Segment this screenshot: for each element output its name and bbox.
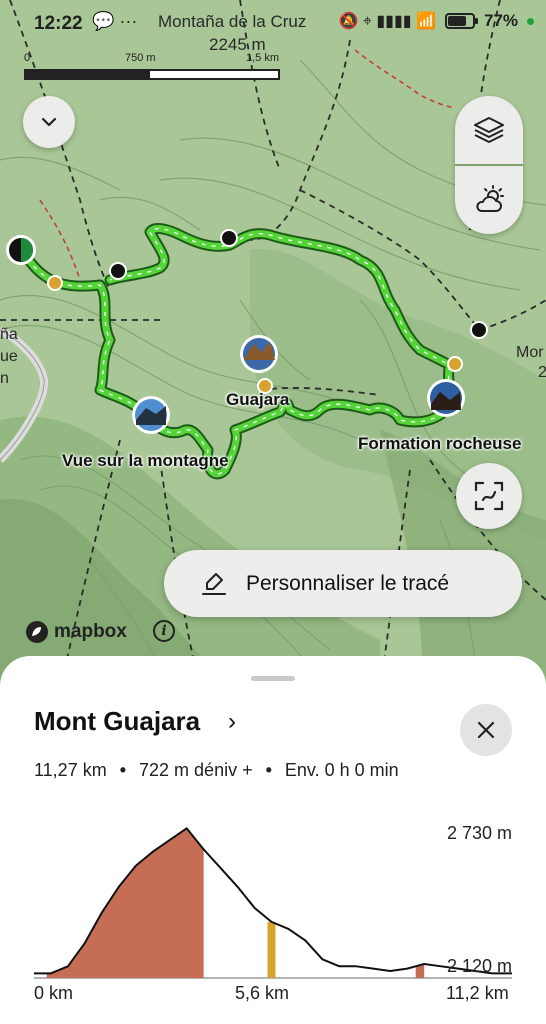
attribution-info-icon[interactable]: i (153, 620, 175, 642)
photo-marker-formation[interactable] (427, 379, 465, 417)
battery-percent: 77% (483, 11, 518, 30)
route-elevation-gain: 722 m déniv + (139, 760, 253, 780)
chevron-down-icon (41, 117, 57, 127)
notification-icons: 💬 ··· (92, 11, 138, 31)
mapbox-text: mapbox (54, 621, 127, 642)
route-bottom-sheet[interactable]: Mont Guajara › 11,27 km • 722 m déniv + … (0, 656, 546, 1024)
poi-label-guajara[interactable]: Guajara (226, 390, 289, 410)
scale-label-mid: 750 m (125, 52, 156, 64)
mapbox-logo: mapbox (24, 619, 127, 645)
map-edge-label: Mor (516, 344, 544, 361)
customize-route-button[interactable]: Personnaliser le tracé (164, 550, 522, 617)
map-edge-label: 2 (538, 364, 546, 381)
waypoint-marker[interactable] (109, 262, 127, 280)
close-button[interactable] (460, 704, 512, 756)
mapbox-icon (26, 621, 48, 643)
weather-icon (476, 185, 504, 212)
map-controls-panel (455, 96, 523, 234)
recenter-icon (474, 481, 504, 511)
scale-label-zero: 0 (24, 52, 31, 64)
stats-separator: • (119, 760, 127, 780)
system-icons: 🔕 ⌖ ▮▮▮▮ 📶 (338, 13, 436, 30)
layers-button[interactable] (455, 96, 523, 164)
map-view[interactable]: Montaña de la Cruz 2245 m Guajara Vue su… (0, 0, 546, 700)
close-icon (477, 721, 495, 739)
map-edge-label: ue (0, 348, 18, 365)
collapse-button[interactable] (23, 96, 75, 148)
poi-label-formation[interactable]: Formation rocheuse (358, 434, 521, 454)
poi-label-vue[interactable]: Vue sur la montagne (62, 451, 229, 471)
stats-separator: • (265, 760, 272, 780)
elevation-max-label: 2 730 m (446, 823, 512, 843)
photo-marker-guajara[interactable] (240, 335, 278, 373)
sheet-drag-handle[interactable] (251, 676, 295, 681)
battery-icon (444, 13, 478, 29)
status-icons: 🔕 ⌖ ▮▮▮▮ 📶 77% (339, 11, 534, 31)
route-distance: 11,27 km (34, 760, 107, 780)
scale-label-max: 1,5 km (246, 52, 280, 64)
poi-marker[interactable] (47, 275, 63, 291)
start-marker[interactable] (6, 235, 36, 265)
poi-marker-bar (267, 921, 276, 978)
customize-route-label: Personnaliser le tracé (246, 571, 450, 595)
recenter-button[interactable] (456, 463, 522, 529)
climb-segment (46, 829, 204, 978)
poi-marker[interactable] (447, 356, 463, 372)
weather-button[interactable] (455, 166, 523, 234)
route-stats: 11,27 km • 722 m déniv + • Env. 0 h 0 mi… (34, 760, 399, 781)
privacy-indicator-icon (527, 17, 534, 25)
waypoint-marker[interactable] (470, 321, 488, 339)
route-title[interactable]: Mont Guajara (34, 706, 200, 737)
status-time: 12:22 (34, 13, 83, 34)
layers-icon (474, 117, 504, 143)
scale-bar-graphic (24, 69, 280, 80)
elevation-profile-chart[interactable]: 2 730 m 2 120 m 0 km 5,6 km 11,2 km (0, 806, 546, 1024)
chevron-right-icon[interactable]: › (228, 708, 236, 736)
map-edge-label: ña (0, 326, 18, 343)
waypoint-marker[interactable] (220, 229, 238, 247)
photo-marker-vue[interactable] (132, 396, 170, 434)
edit-route-icon (202, 572, 226, 595)
distance-mid-label: 5,6 km (235, 983, 290, 1003)
map-edge-label: n (0, 370, 9, 387)
elevation-min-label: 2 120 m (446, 956, 512, 976)
distance-start-label: 0 km (34, 983, 74, 1003)
distance-end-label: 11,2 km (446, 983, 509, 1003)
route-duration: Env. 0 h 0 min (284, 760, 399, 780)
status-bar: 12:22 💬 ··· 🔕 ⌖ ▮▮▮▮ 📶 77% (0, 0, 546, 48)
map-scale-bar: 0 750 m 1,5 km (24, 52, 280, 88)
